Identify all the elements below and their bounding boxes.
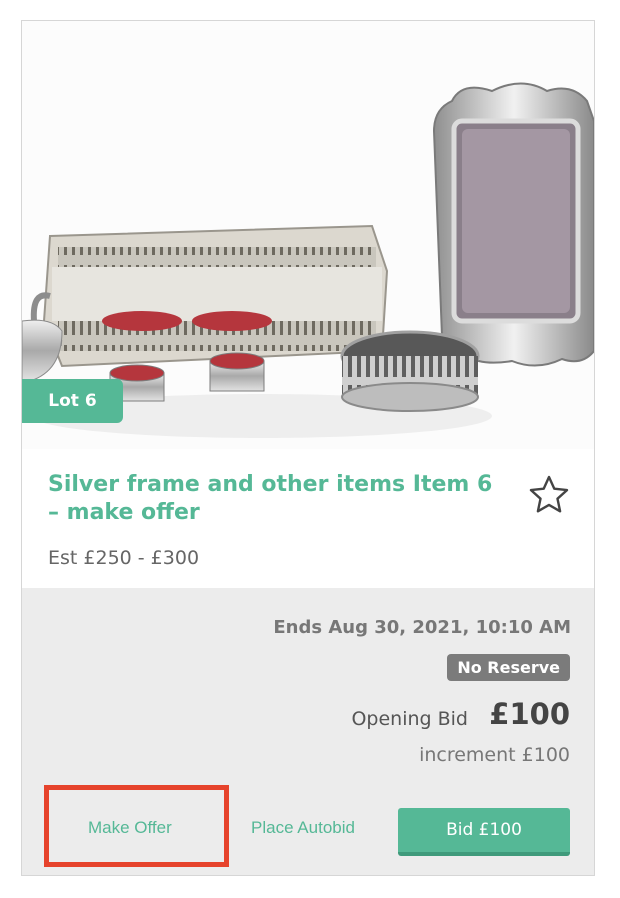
end-time: Ends Aug 30, 2021, 10:10 AM — [273, 617, 571, 638]
no-reserve-badge: No Reserve — [447, 654, 570, 681]
lot-number-badge: Lot 6 — [22, 379, 123, 423]
lot-card: Lot 6 Silver frame and other items Item … — [21, 20, 595, 876]
estimate-text: Est £250 - £300 — [48, 547, 200, 569]
opening-bid-value: £100 — [489, 697, 570, 731]
favourite-button[interactable] — [527, 473, 571, 517]
star-outline-icon — [529, 475, 569, 513]
lot-title[interactable]: Silver frame and other items Item 6 – ma… — [48, 471, 508, 527]
make-offer-highlight-box — [44, 785, 229, 867]
bid-button[interactable]: Bid £100 — [398, 808, 570, 856]
place-autobid-button[interactable]: Place Autobid — [251, 818, 355, 838]
bid-increment: increment £100 — [419, 744, 570, 766]
opening-bid-label: Opening Bid — [351, 708, 468, 730]
